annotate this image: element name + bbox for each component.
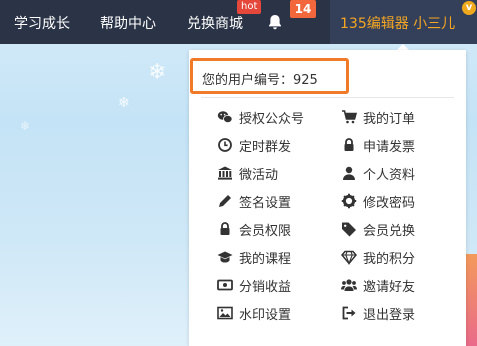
snowflake-icon: ❄	[118, 95, 130, 111]
menu-item-label: 微活动	[239, 168, 279, 183]
nav-exchange-mall[interactable]: 兑换商城	[187, 13, 243, 33]
pencil-icon	[219, 195, 231, 207]
hot-badge: hot	[237, 0, 262, 14]
gear-icon	[341, 193, 357, 209]
user-icon	[343, 166, 355, 180]
user-name[interactable]: 135编辑器 小三儿	[340, 13, 455, 33]
menu-item-label: 我的订单	[363, 112, 416, 127]
image-icon	[217, 306, 233, 320]
user-id-text: 您的用户编号：925	[202, 73, 318, 88]
menu-item-label: 定时群发	[239, 140, 292, 155]
nav-learning-growth[interactable]: 学习成长	[14, 13, 70, 33]
vip-badge-icon: v	[462, 1, 476, 15]
clock-icon	[218, 138, 232, 152]
menu-item-label: 修改密码	[363, 196, 416, 211]
menu-item-label: 会员权限	[239, 224, 292, 239]
cart-icon	[342, 110, 357, 124]
menu-item-label: 签名设置	[239, 196, 292, 211]
snowflake-icon: ❄	[148, 60, 167, 85]
menu-item-label: 个人资料	[363, 168, 416, 183]
menu-item-label: 分销收益	[239, 280, 292, 295]
wechat-icon	[217, 111, 233, 123]
menu-item-label: 授权公众号	[239, 112, 305, 127]
user-menu-trigger[interactable]: 135编辑器 小三儿 v	[330, 0, 477, 44]
top-nav-bar: 学习成长 帮助中心 兑换商城 hot 14 135编辑器 小三儿 v	[0, 0, 477, 44]
menu-item-label: 退出登录	[363, 308, 416, 323]
menu-item-label: 我的积分	[363, 252, 416, 267]
menu-item-label: 邀请好友	[363, 280, 416, 295]
money-icon	[217, 279, 233, 291]
snowflake-icon: ❄	[20, 119, 31, 133]
side-banner-edge	[466, 254, 477, 346]
diamond-icon	[341, 250, 357, 265]
divider	[201, 97, 454, 98]
tag-icon	[342, 222, 356, 237]
lock-icon	[220, 222, 230, 235]
users-icon	[341, 279, 357, 291]
notification-count-badge: 14	[290, 0, 316, 18]
sign-out-icon	[342, 306, 356, 320]
bank-icon	[218, 166, 232, 180]
user-dropdown-menu: 您的用户编号：925 授权公众号 定时群发 微活动 签名设置 会员权限 我的课程…	[189, 50, 466, 346]
menu-item-label: 会员兑换	[363, 224, 416, 239]
menu-item-label: 申请发票	[363, 140, 416, 155]
bell-icon[interactable]	[266, 13, 284, 31]
graduation-cap-icon	[217, 251, 233, 263]
lock-icon	[344, 138, 354, 151]
nav-help-center[interactable]: 帮助中心	[100, 13, 156, 33]
menu-item-label: 我的课程	[239, 252, 292, 267]
menu-item-label: 水印设置	[239, 308, 292, 323]
